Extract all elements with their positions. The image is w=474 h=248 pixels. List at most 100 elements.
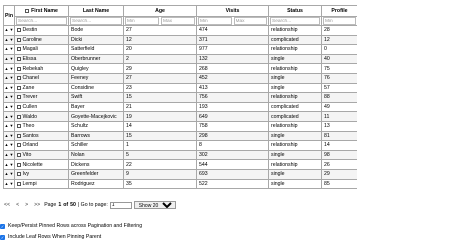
row-expand-checkbox[interactable] xyxy=(17,105,21,110)
cell-visits: 298 xyxy=(196,130,269,142)
pin-bottom-button[interactable]: ▼ xyxy=(10,37,14,42)
pin-top-button[interactable]: ▲ xyxy=(5,28,9,32)
cell-age: 15 xyxy=(123,130,197,142)
pin-cell: ▲ ▼ xyxy=(3,178,15,190)
cell-age: 5 xyxy=(123,149,197,161)
pin-top-button[interactable]: ▲ xyxy=(5,76,9,80)
visits-max-filter[interactable] xyxy=(233,17,267,25)
age-min-filter[interactable] xyxy=(125,17,159,25)
pin-bottom-button[interactable]: ▼ xyxy=(10,57,14,61)
pin-top-button[interactable]: ▲ xyxy=(5,57,9,61)
pin-top-button[interactable]: ▲ xyxy=(5,153,9,157)
age-max-filter[interactable] xyxy=(161,17,195,25)
cell-last-name: Quigley xyxy=(68,63,124,74)
pin-top-button[interactable]: ▲ xyxy=(5,143,9,147)
header-last-name[interactable]: Last Name xyxy=(68,5,124,17)
include-leaf-checkbox[interactable]: ✓ xyxy=(0,234,5,240)
cell-age: 22 xyxy=(123,159,197,170)
last-name-filter[interactable] xyxy=(70,17,122,25)
pin-bottom-button[interactable]: ▼ xyxy=(10,124,14,128)
cell-age: 9 xyxy=(123,168,197,180)
pin-bottom-button[interactable]: ▼ xyxy=(10,76,14,80)
include-leaf-option[interactable]: ✓ Include Leaf Rows When Pinning Parent xyxy=(0,234,101,240)
row-expand-checkbox[interactable] xyxy=(17,47,21,52)
row-expand-checkbox[interactable] xyxy=(17,124,21,129)
cell-status: relationship xyxy=(268,140,322,151)
first-name-text: Magali xyxy=(22,46,38,53)
keep-pinned-option[interactable]: ✓ Keep/Persist Pinned Rows across Pagina… xyxy=(0,223,142,229)
pin-top-button[interactable]: ▲ xyxy=(5,114,9,119)
cell-age: 21 xyxy=(123,101,197,113)
cell-last-name: Oberbrunner xyxy=(68,53,124,65)
row-expand-checkbox[interactable] xyxy=(17,114,21,119)
row-expand-checkbox[interactable] xyxy=(17,37,21,42)
go-to-page-input[interactable] xyxy=(109,201,132,209)
row-expand-checkbox[interactable] xyxy=(17,172,21,177)
pin-bottom-button[interactable]: ▼ xyxy=(10,114,14,119)
cell-profile: 0 xyxy=(321,44,357,55)
pin-bottom-button[interactable]: ▼ xyxy=(10,162,14,167)
cell-visits: 371 xyxy=(196,34,269,46)
row-expand-checkbox[interactable] xyxy=(17,143,21,148)
pin-bottom-button[interactable]: ▼ xyxy=(10,143,14,147)
header-first-name[interactable]: First Name xyxy=(14,5,69,17)
cell-age: 27 xyxy=(123,25,197,36)
header-profile[interactable]: Profile xyxy=(321,5,357,17)
keep-pinned-checkbox[interactable]: ✓ xyxy=(0,223,5,229)
status-filter[interactable] xyxy=(270,17,320,25)
cell-age: 1 xyxy=(123,140,197,151)
cell-first-name: Waldo xyxy=(14,111,69,122)
row-expand-checkbox[interactable] xyxy=(17,85,21,90)
row-expand-checkbox[interactable] xyxy=(17,66,21,71)
pin-bottom-button[interactable]: ▼ xyxy=(10,47,14,51)
first-page-button[interactable]: << xyxy=(2,201,12,209)
pin-top-button[interactable]: ▲ xyxy=(5,105,9,109)
visits-min-filter[interactable] xyxy=(198,17,232,25)
pin-top-button[interactable]: ▲ xyxy=(5,66,9,71)
expand-all-checkbox[interactable] xyxy=(25,9,30,13)
prev-page-button[interactable]: < xyxy=(14,201,21,209)
row-expand-checkbox[interactable] xyxy=(17,95,21,100)
pagination-bar: << < > >> Page 1 of 50 | Go to page: Sho… xyxy=(2,201,176,209)
pin-top-button[interactable]: ▲ xyxy=(5,85,9,90)
first-name-text: Zane xyxy=(22,84,35,91)
pin-top-button[interactable]: ▲ xyxy=(5,47,9,51)
row-expand-checkbox[interactable] xyxy=(17,76,21,81)
cell-status: complicated xyxy=(268,101,322,113)
pin-bottom-button[interactable]: ▼ xyxy=(10,66,14,71)
row-expand-checkbox[interactable] xyxy=(17,181,21,186)
row-expand-checkbox[interactable] xyxy=(17,57,21,62)
row-expand-checkbox[interactable] xyxy=(17,162,21,167)
pin-bottom-button[interactable]: ▼ xyxy=(10,28,14,32)
page-size-select[interactable]: Show 20 xyxy=(133,201,176,209)
pin-bottom-button[interactable]: ▼ xyxy=(10,133,14,138)
header-visits[interactable]: Visits xyxy=(196,5,269,17)
pin-top-button[interactable]: ▲ xyxy=(5,95,9,99)
row-expand-checkbox[interactable] xyxy=(17,28,21,33)
pin-top-button[interactable]: ▲ xyxy=(5,172,9,176)
pin-top-button[interactable]: ▲ xyxy=(5,181,9,186)
pin-top-button[interactable]: ▲ xyxy=(5,133,9,138)
pin-bottom-button[interactable]: ▼ xyxy=(10,95,14,99)
first-name-filter[interactable] xyxy=(16,17,67,25)
table-row: ▲ ▼ Rebekah Quigley 29 268 relationship 75 xyxy=(3,63,357,74)
pin-top-button[interactable]: ▲ xyxy=(5,162,9,167)
pin-bottom-button[interactable]: ▼ xyxy=(10,181,14,186)
header-status[interactable]: Status xyxy=(268,5,322,17)
table-row: ▲ ▼ Orland Schiller 1 8 relationship 14 xyxy=(3,140,357,151)
cell-first-name: Santos xyxy=(14,130,69,142)
pin-bottom-button[interactable]: ▼ xyxy=(10,105,14,109)
pin-top-button[interactable]: ▲ xyxy=(5,124,9,128)
pin-bottom-button[interactable]: ▼ xyxy=(10,85,14,90)
pin-top-button[interactable]: ▲ xyxy=(5,37,9,42)
row-expand-checkbox[interactable] xyxy=(17,133,21,138)
row-expand-checkbox[interactable] xyxy=(17,153,21,157)
header-age[interactable]: Age xyxy=(123,5,197,17)
next-page-button[interactable]: > xyxy=(23,201,30,209)
pin-bottom-button[interactable]: ▼ xyxy=(10,172,14,176)
cell-last-name: Dickens xyxy=(68,159,124,170)
last-page-button[interactable]: >> xyxy=(32,201,42,209)
pin-bottom-button[interactable]: ▼ xyxy=(10,153,14,157)
profile-min-filter[interactable] xyxy=(323,17,356,25)
cell-age: 23 xyxy=(123,82,197,94)
